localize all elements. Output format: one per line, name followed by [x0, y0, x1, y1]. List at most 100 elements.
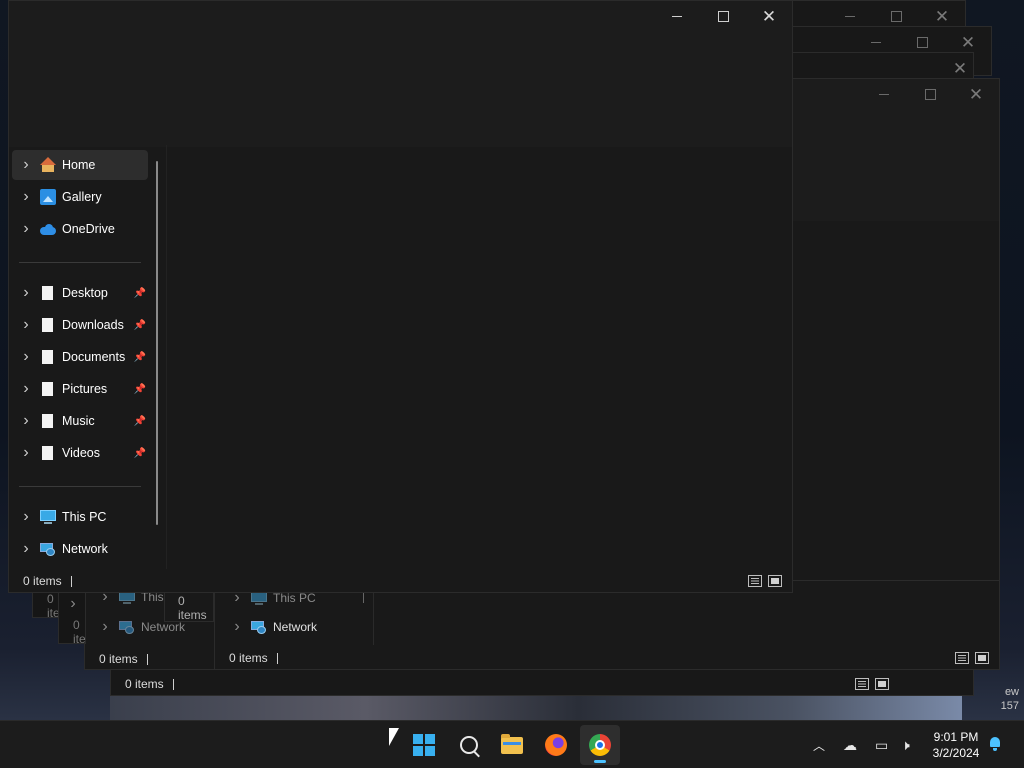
search-button[interactable]	[449, 725, 489, 765]
maximize-button[interactable]	[907, 79, 953, 109]
chevron-right-icon[interactable]	[12, 189, 40, 205]
nav-item-home[interactable]: Home	[12, 150, 148, 180]
chevron-right-icon[interactable]	[12, 413, 40, 429]
nav-item-desktop[interactable]: Desktop 📌	[12, 278, 148, 308]
nav-item-documents[interactable]: Documents 📌	[12, 342, 148, 372]
notification-bell-icon[interactable]	[988, 737, 1002, 751]
chevron-right-icon[interactable]	[12, 445, 40, 461]
item-count: 0 items	[178, 594, 207, 622]
onedrive-offline-icon[interactable]: ☁	[843, 737, 857, 754]
nav-item-onedrive[interactable]: OneDrive	[12, 214, 148, 244]
background-explorer-window[interactable]: This PC Network 0 items	[214, 580, 1000, 670]
chevron-right-icon[interactable]	[223, 619, 251, 635]
tiles-view-icon[interactable]	[768, 575, 782, 587]
pin-icon: 📌	[133, 383, 146, 395]
wallpaper-strip	[110, 696, 962, 720]
nav-item-network[interactable]: Network	[12, 534, 148, 564]
view-toggle	[955, 652, 989, 664]
volume-muted-icon[interactable]: 🕨	[901, 737, 910, 754]
nav-item-label: Desktop	[62, 286, 108, 300]
chevron-right-icon[interactable]	[12, 285, 40, 301]
nav-item-label: Pictures	[62, 382, 108, 396]
maximize-button[interactable]	[700, 1, 746, 31]
nav-item-downloads[interactable]: Downloads 📌	[12, 310, 148, 340]
network-status-icon[interactable]: ▭	[875, 737, 888, 754]
tiles-view-icon[interactable]	[875, 678, 889, 690]
view-toggle	[855, 678, 889, 690]
view-toggle	[748, 575, 782, 587]
tiles-view-icon[interactable]	[975, 652, 989, 664]
file-icon	[40, 285, 56, 301]
wallpaper-text: ew	[1004, 686, 1019, 698]
chrome-taskbar-button[interactable]	[580, 725, 620, 765]
network-icon	[40, 541, 56, 557]
nav-item-pictures[interactable]: Pictures 📌	[12, 374, 148, 404]
nav-item-label: OneDrive	[62, 222, 115, 236]
minimize-button[interactable]	[654, 1, 700, 31]
start-button[interactable]	[404, 725, 444, 765]
details-view-icon[interactable]	[955, 652, 969, 664]
pin-icon: 📌	[133, 447, 146, 459]
windows-icon	[413, 734, 435, 756]
item-count: 0 items	[99, 652, 138, 666]
chevron-right-icon[interactable]	[12, 381, 40, 397]
close-icon: ✕	[934, 6, 950, 26]
chevron-right-icon[interactable]	[59, 595, 85, 613]
pin-icon: 📌	[133, 319, 146, 331]
nav-item-label: Network	[141, 620, 186, 634]
nav-item-gallery[interactable]: Gallery	[12, 182, 148, 212]
background-explorer-window[interactable]: 0 items	[164, 592, 214, 622]
window-controls: ✕	[654, 1, 792, 31]
maximize-icon	[717, 10, 729, 22]
firefox-taskbar-button[interactable]	[536, 725, 576, 765]
nav-item-label: Gallery	[62, 190, 102, 204]
status-divider	[276, 652, 278, 664]
details-view-icon[interactable]	[748, 575, 762, 587]
home-icon	[40, 157, 56, 173]
chevron-right-icon[interactable]	[12, 157, 40, 173]
status-bar: 0 items	[59, 618, 85, 643]
clock-date: 3/2/2024	[932, 746, 980, 760]
chevron-right-icon[interactable]	[12, 221, 40, 237]
mouse-cursor-icon	[389, 728, 399, 746]
minimize-icon	[871, 41, 881, 43]
status-bar: 0 items	[165, 594, 213, 622]
minimize-icon	[845, 15, 855, 17]
system-clock[interactable]: 9:01 PM 3/2/2024	[928, 729, 984, 761]
status-bar: 0 items	[111, 671, 973, 695]
file-explorer-taskbar-button[interactable]	[492, 725, 532, 765]
chevron-right-icon[interactable]	[12, 349, 40, 365]
gallery-icon	[40, 189, 56, 205]
close-button[interactable]: ✕	[746, 1, 792, 31]
close-icon: ✕	[761, 6, 777, 26]
close-button[interactable]: ✕	[953, 79, 999, 109]
file-icon	[40, 445, 56, 461]
nav-item-this-pc[interactable]: This PC	[12, 502, 148, 532]
pin-icon: 📌	[133, 287, 146, 299]
nav-scrollbar[interactable]	[156, 161, 158, 525]
details-view-icon[interactable]	[855, 678, 869, 690]
file-list-pane[interactable]	[167, 147, 792, 569]
nav-item-videos[interactable]: Videos 📌	[12, 438, 148, 468]
file-explorer-window[interactable]: ✕ Home Gallery OneDrive Desktop 📌	[8, 0, 793, 593]
wallpaper-text: 157	[1000, 700, 1019, 712]
nav-item-label: Network	[62, 542, 108, 556]
network-icon	[251, 619, 267, 635]
nav-divider	[19, 262, 141, 263]
minimize-icon	[672, 15, 682, 17]
nav-divider	[19, 486, 141, 487]
chevron-right-icon[interactable]	[12, 509, 40, 525]
nav-item-network[interactable]: Network	[223, 617, 317, 637]
file-icon	[40, 349, 56, 365]
background-explorer-window[interactable]: 0 items	[58, 592, 86, 644]
show-hidden-icons-chevron-icon[interactable]: ︿	[813, 737, 825, 754]
chevron-right-icon[interactable]	[59, 596, 85, 612]
chevron-right-icon[interactable]	[91, 619, 119, 635]
chevron-right-icon[interactable]	[12, 541, 40, 557]
chevron-right-icon[interactable]	[12, 317, 40, 333]
status-bar: 0 items	[9, 568, 792, 592]
minimize-button[interactable]	[861, 79, 907, 109]
nav-item-music[interactable]: Music 📌	[12, 406, 148, 436]
status-divider	[70, 575, 72, 587]
close-icon: ✕	[960, 32, 976, 52]
